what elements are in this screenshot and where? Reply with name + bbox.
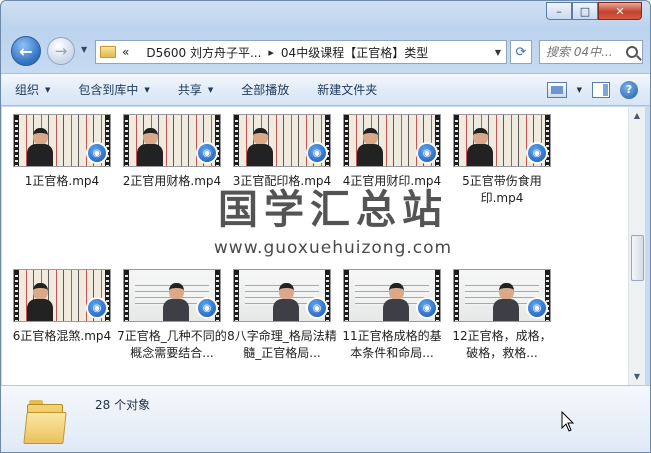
video-thumbnail: ◉ [233, 269, 331, 322]
media-player-icon: ◉ [306, 142, 328, 164]
explorer-window: – □ ✕ ← → ▼ « D5600 刘方舟子平... ▸ 04中级课程【正官… [0, 0, 651, 453]
search-input[interactable] [546, 45, 624, 59]
new-folder-label: 新建文件夹 [317, 83, 378, 97]
scroll-up-icon[interactable]: ▲ [629, 107, 645, 124]
media-player-icon: ◉ [306, 297, 328, 319]
include-in-library-label: 包含到库中 [78, 83, 139, 97]
help-icon[interactable]: ? [620, 80, 638, 99]
vertical-scrollbar[interactable]: ▲ ▼ [628, 107, 645, 385]
view-dropdown-icon[interactable]: ▼ [577, 86, 582, 94]
video-thumbnail: ◉ [453, 269, 551, 322]
back-button[interactable]: ← [11, 36, 41, 66]
recent-pages-dropdown[interactable]: ▼ [81, 45, 87, 54]
video-thumbnail: ◉ [453, 114, 551, 167]
file-item[interactable]: ◉ 12正官格，成格，破格，救格... [447, 269, 557, 362]
breadcrumb-item-current[interactable]: 04中级课程【正官格】类型 [281, 44, 428, 61]
file-item[interactable]: ◉ 4正官用财印.mp4 [337, 114, 447, 190]
command-bar: 组织 ▼ 包含到库中 ▼ 共享 ▼ 全部播放 新建文件夹 ▼ ? [1, 73, 650, 106]
file-name: 11正官格成格的基本条件和命局... [342, 329, 442, 360]
file-item[interactable]: ◉ 7正官格_几种不同的概念需要结合... [117, 269, 227, 362]
media-player-icon: ◉ [196, 142, 218, 164]
file-name: 5正官带伤食用印.mp4 [462, 174, 542, 205]
address-dropdown-icon[interactable]: ▼ [490, 48, 506, 57]
file-item[interactable]: ◉ 3正官配印格.mp4 [227, 114, 337, 190]
file-name: 6正官格混煞.mp4 [12, 329, 112, 343]
include-in-library-menu[interactable]: 包含到库中 ▼ [64, 81, 163, 98]
media-player-icon: ◉ [526, 297, 548, 319]
item-count: 28 个对象 [95, 398, 151, 412]
file-name: 1正官格.mp4 [24, 174, 100, 188]
organize-menu[interactable]: 组织 ▼ [1, 81, 64, 98]
video-thumbnail: ◉ [123, 114, 221, 167]
media-player-icon: ◉ [416, 142, 438, 164]
address-bar[interactable]: « D5600 刘方舟子平... ▸ 04中级课程【正官格】类型 ▼ [95, 40, 507, 64]
minimize-button[interactable]: – [546, 2, 572, 20]
video-thumbnail: ◉ [233, 114, 331, 167]
caption-buttons: – □ ✕ [546, 2, 642, 20]
change-view-icon[interactable] [546, 81, 567, 98]
chevron-down-icon: ▼ [144, 85, 150, 94]
video-thumbnail: ◉ [123, 269, 221, 322]
file-item[interactable]: ◉ 1正官格.mp4 [7, 114, 117, 190]
close-button[interactable]: ✕ [598, 2, 642, 20]
organize-label: 组织 [15, 83, 40, 97]
video-thumbnail: ◉ [343, 269, 441, 322]
new-folder-button[interactable]: 新建文件夹 [303, 81, 391, 98]
media-player-icon: ◉ [416, 297, 438, 319]
search-icon[interactable] [626, 46, 638, 58]
media-player-icon: ◉ [526, 142, 548, 164]
file-name: 12正官格，成格，破格，救格... [452, 329, 552, 360]
media-player-icon: ◉ [86, 142, 108, 164]
file-name: 2正官用财格.mp4 [122, 174, 222, 188]
refresh-button[interactable]: ⟳ [510, 40, 532, 64]
play-all-button[interactable]: 全部播放 [227, 81, 303, 98]
forward-button[interactable]: → [47, 37, 75, 65]
media-player-icon: ◉ [196, 297, 218, 319]
video-thumbnail: ◉ [13, 269, 111, 322]
breadcrumb-item-parent[interactable]: D5600 刘方舟子平... [146, 44, 261, 61]
scrollbar-thumb[interactable] [631, 235, 644, 281]
file-item[interactable]: ◉ 11正官格成格的基本条件和命局... [337, 269, 447, 362]
file-item[interactable]: ◉ 6正官格混煞.mp4 [7, 269, 117, 345]
file-name: 8八字命理_格局法精髓_正官格局... [227, 329, 337, 360]
file-list[interactable]: ◉ 1正官格.mp4 ◉ 2正官用财格.mp4 ◉ 3正官配印格.mp4 ◉ 4… [2, 107, 628, 385]
share-menu[interactable]: 共享 ▼ [164, 81, 227, 98]
play-all-label: 全部播放 [241, 83, 290, 97]
media-player-icon: ◉ [86, 297, 108, 319]
folder-icon [100, 46, 116, 58]
file-item[interactable]: ◉ 5正官带伤食用印.mp4 [447, 114, 557, 207]
chevron-down-icon: ▼ [207, 85, 214, 94]
navigation-bar: ← → ▼ « D5600 刘方舟子平... ▸ 04中级课程【正官格】类型 ▼… [1, 31, 650, 69]
scroll-down-icon[interactable]: ▼ [629, 368, 645, 385]
video-thumbnail: ◉ [343, 114, 441, 167]
preview-pane-icon[interactable] [592, 81, 610, 98]
file-item[interactable]: ◉ 8八字命理_格局法精髓_正官格局... [227, 269, 337, 362]
file-name: 4正官用财印.mp4 [342, 174, 442, 188]
share-label: 共享 [177, 83, 202, 97]
video-thumbnail: ◉ [13, 114, 111, 167]
breadcrumb-separator-icon[interactable]: ▸ [268, 46, 274, 59]
breadcrumb-overflow[interactable]: « [122, 45, 129, 59]
maximize-button[interactable]: □ [572, 2, 598, 20]
search-box[interactable] [539, 40, 643, 64]
chevron-down-icon: ▼ [45, 85, 51, 94]
view-controls: ▼ ? [546, 80, 650, 99]
folder-icon [23, 392, 67, 444]
file-name: 7正官格_几种不同的概念需要结合... [117, 329, 227, 360]
file-name: 3正官配印格.mp4 [232, 174, 332, 188]
file-item[interactable]: ◉ 2正官用财格.mp4 [117, 114, 227, 190]
details-pane: 28 个对象 [1, 385, 650, 452]
